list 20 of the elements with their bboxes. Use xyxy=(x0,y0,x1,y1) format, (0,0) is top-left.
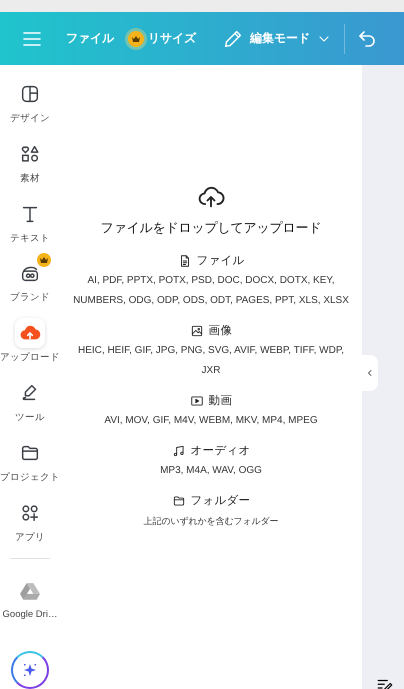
sidebar-item[interactable]: プロジェクト xyxy=(0,432,60,493)
sidebar-item[interactable]: アプリ xyxy=(0,492,60,552)
format-list: AVI, MOV, GIF, M4V, WEBM, MKV, MP4, MPEG xyxy=(68,411,354,431)
section-heading: 画像 xyxy=(208,324,232,338)
sidebar-item[interactable]: アップロード xyxy=(0,313,60,373)
sidebar-item[interactable]: デザイン xyxy=(0,74,60,134)
format-list: AI, PDF, PPTX, POTX, PSD, DOC, DOCX, DOTX, KEY, NUMBERS, ODG, ODP, ODS, ODT, PAGES, PPT, XLS, XLSX xyxy=(68,271,354,311)
format-list: 上記のいずれかを含むフォルダー xyxy=(68,511,354,531)
section-heading: フォルダー xyxy=(190,494,250,508)
sidebar-item[interactable]: ツール xyxy=(0,372,60,433)
section-heading: ファイル xyxy=(196,254,244,268)
format-list: MP3, M4A, WAV, OGG xyxy=(68,461,354,481)
section-heading: 動画 xyxy=(208,394,232,408)
sidebar-item[interactable]: 素材 xyxy=(0,134,60,194)
section-heading: オーディオ xyxy=(190,444,250,458)
sidebar-item[interactable]: テキスト xyxy=(0,194,60,254)
format-list: HEIC, HEIF, GIF, JPG, PNG, SVG, AVIF, WEBP, TIFF, WDP, JXR xyxy=(68,341,354,381)
sidebar-item[interactable]: Google Dri… xyxy=(0,571,60,632)
sidebar-item[interactable]: ブランド xyxy=(0,253,60,314)
drop-title: ファイルをドロップしてアップロード xyxy=(100,219,322,237)
